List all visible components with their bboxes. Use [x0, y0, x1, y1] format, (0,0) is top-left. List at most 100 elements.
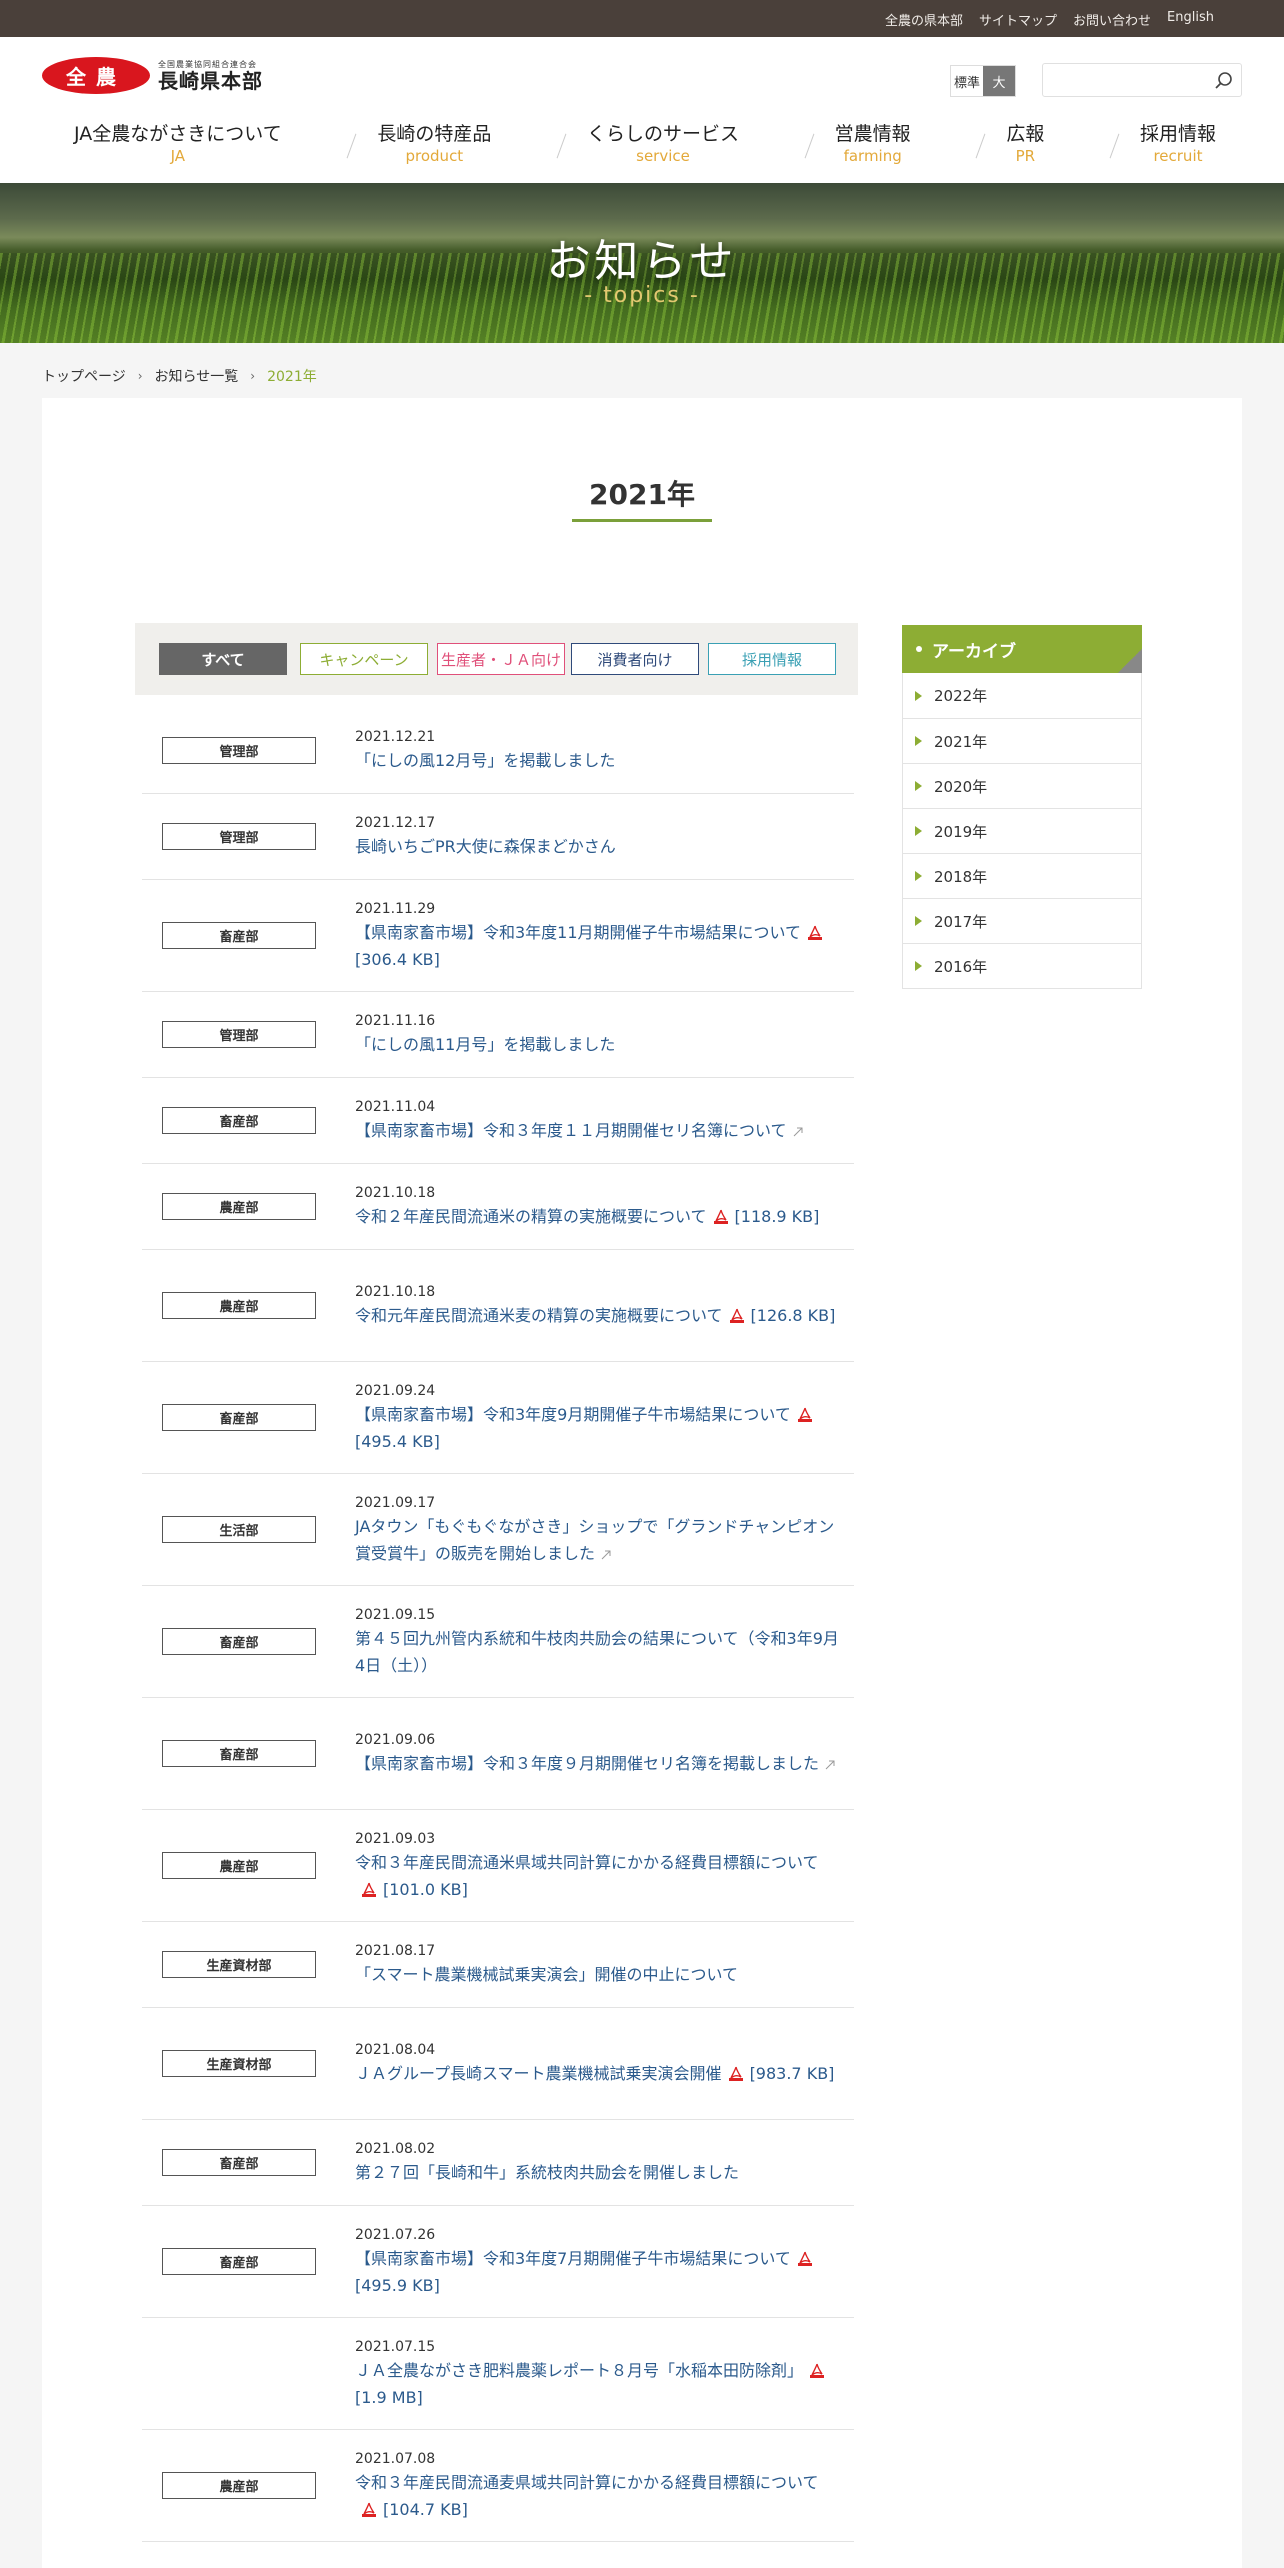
gnav-service[interactable]: くらしのサービス service: [556, 121, 763, 169]
font-size-large-button[interactable]: 大: [983, 66, 1015, 96]
filter-recruit-button[interactable]: 採用情報: [708, 643, 836, 675]
news-date: 2021.09.03: [355, 1830, 436, 1847]
category-badge: 畜産部: [162, 2248, 316, 2275]
archive-item-2022[interactable]: 2022年: [903, 673, 1141, 718]
search-input[interactable]: [1043, 64, 1203, 96]
news-row: 畜産部 2021.07.26 【県南家畜市場】令和3年度7月期開催子牛市場結果につい…: [142, 2206, 854, 2318]
category-badge: 畜産部: [162, 1107, 316, 1134]
news-title-link[interactable]: 長崎いちごPR大使に森保まどかさん: [355, 833, 845, 860]
news-title-link[interactable]: ＪＡグループ長崎スマート農業機械試乗実演会開催 [983.7 KB]: [355, 2060, 845, 2087]
news-title-link[interactable]: 【県南家畜市場】令和３年度１１月期開催セリ名簿について: [355, 1117, 845, 1144]
news-date: 2021.12.17: [355, 815, 436, 831]
archive-item-2018[interactable]: 2018年: [903, 853, 1141, 898]
news-title-link[interactable]: 令和元年産民間流通米麦の精算の実施概要について [126.8 KB]: [355, 1302, 845, 1329]
news-row: 2021.07.15 ＪＡ全農ながさき肥料農薬レポート８月号「水稲本田防除剤」 [1…: [142, 2318, 854, 2430]
news-title-link[interactable]: 第２７回「長崎和牛」系統枝肉共励会を開催しました: [355, 2159, 845, 2186]
utility-link-contact[interactable]: お問い合わせ: [1073, 10, 1151, 29]
gnav-pr[interactable]: 広報 PR: [975, 121, 1068, 169]
filter-consumer-button[interactable]: 消費者向け: [571, 643, 699, 675]
news-title-link[interactable]: 【県南家畜市場】令和３年度９月期開催セリ名簿を掲載しました: [355, 1750, 845, 1777]
gnav-service-en: service: [636, 147, 690, 165]
gnav-recruit-label: 採用情報: [1139, 123, 1216, 145]
news-row: 畜産部 2021.09.06 【県南家畜市場】令和３年度９月期開催セリ名簿を掲載しま…: [142, 1698, 854, 1810]
gnav-about-label: JA全農ながさきについて: [74, 123, 282, 145]
filter-campaign-button[interactable]: キャンペーン: [300, 643, 428, 675]
logo-title: 長崎県本部: [158, 69, 263, 93]
gnav-recruit[interactable]: 採用情報 recruit: [1109, 121, 1240, 169]
file-size: [495.4 KB]: [355, 1431, 440, 1451]
news-title-link[interactable]: 「にしの風11月号」を掲載しました: [355, 1031, 845, 1058]
news-title-text: 第２７回「長崎和牛」系統枝肉共励会を開催しました: [355, 2163, 740, 2182]
news-title-link[interactable]: 令和２年産民間流通米の精算の実施概要について [118.9 KB]: [355, 1203, 845, 1230]
nav-separator: [346, 133, 357, 159]
news-title-link[interactable]: ＪＡ全農ながさき肥料農薬レポート８月号「水稲本田防除剤」 [1.9 MB]: [355, 2357, 845, 2411]
content-panel: 2021年 すべて キャンペーン 生産者・ＪＡ向け 消費者向け 採用情報 管理部…: [42, 398, 1242, 2568]
news-row: 畜産部 2021.11.29 【県南家畜市場】令和3年度11月期開催子牛市場結果につ…: [142, 880, 854, 992]
news-date: 2021.07.08: [355, 2450, 436, 2467]
font-size-standard-button[interactable]: 標準: [951, 66, 983, 96]
news-title-link[interactable]: 「にしの風12月号」を掲載しました: [355, 747, 845, 774]
breadcrumb-news-list[interactable]: お知らせ一覧: [155, 366, 239, 386]
triangle-right-icon: [915, 916, 922, 926]
global-nav: JA全農ながさきについて JA 長崎の特産品 product くらしのサービス …: [50, 121, 1240, 169]
archive-title: アーカイブ: [932, 641, 1016, 662]
archive-heading: アーカイブ: [902, 625, 1142, 673]
site-header: 全農 全国農業協同組合連合会 長崎県本部 標準 大 JA全農ながさきについて J…: [0, 37, 1284, 183]
news-title-link[interactable]: 【県南家畜市場】令和3年度7月期開催子牛市場結果について [495.9 KB]: [355, 2245, 845, 2299]
news-title-link[interactable]: 第４５回九州管内系統和牛枝肉共励会の結果について（令和3年9月4日（土））: [355, 1625, 845, 1679]
triangle-right-icon: [915, 781, 922, 791]
hero-banner: お知らせ - topics -: [0, 183, 1284, 343]
utility-link-sitemap[interactable]: サイトマップ: [979, 10, 1057, 29]
news-title-link[interactable]: 「スマート農業機械試乗実演会」開催の中止について: [355, 1961, 845, 1988]
archive-item-2020[interactable]: 2020年: [903, 763, 1141, 808]
pdf-icon: [713, 1209, 728, 1224]
utility-link-english[interactable]: English: [1167, 10, 1214, 29]
chevron-right-icon: ›: [137, 369, 143, 383]
news-content: 2021.11.29 【県南家畜市場】令和3年度11月期開催子牛市場結果について […: [355, 899, 845, 973]
gnav-pr-label: 広報: [1006, 123, 1045, 145]
site-logo[interactable]: 全農 全国農業協同組合連合会 長崎県本部: [42, 57, 263, 94]
filter-all-button[interactable]: すべて: [159, 643, 287, 675]
news-content: 2021.12.21 「にしの風12月号」を掲載しました: [355, 727, 845, 774]
archive-item-2021[interactable]: 2021年: [903, 718, 1141, 763]
category-badge: 畜産部: [162, 2149, 316, 2176]
news-date: 2021.11.29: [355, 900, 436, 917]
utility-link-prefecture[interactable]: 全農の県本部: [885, 10, 963, 29]
gnav-product[interactable]: 長崎の特産品 product: [346, 121, 515, 169]
news-title-link[interactable]: 【県南家畜市場】令和3年度9月期開催子牛市場結果について [495.4 KB]: [355, 1401, 845, 1455]
news-title-text: 【県南家畜市場】令和3年度7月期開催子牛市場結果について: [355, 2248, 791, 2268]
category-badge: 生活部: [162, 1516, 316, 1543]
external-link-icon: [601, 1550, 611, 1559]
news-row: 畜産部 2021.09.15 第４５回九州管内系統和牛枝肉共励会の結果について（令和…: [142, 1586, 854, 1698]
news-title-link[interactable]: 令和３年産民間流通麦県域共同計算にかかる経費目標額について [104.7 KB]: [355, 2469, 845, 2523]
pdf-icon: [729, 1308, 744, 1323]
news-content: 2021.11.16 「にしの風11月号」を掲載しました: [355, 1011, 845, 1058]
archive-item-2019[interactable]: 2019年: [903, 808, 1141, 853]
news-title-link[interactable]: 令和３年産民間流通米県域共同計算にかかる経費目標額について [101.0 KB]: [355, 1849, 845, 1903]
gnav-about[interactable]: JA全農ながさきについて JA: [50, 121, 306, 169]
gnav-farming[interactable]: 営農情報 farming: [804, 121, 935, 169]
category-badge: 農産部: [162, 1852, 316, 1879]
filter-producer-button[interactable]: 生産者・ＪＡ向け: [437, 643, 565, 675]
news-content: 2021.09.24 【県南家畜市場】令和3年度9月期開催子牛市場結果について [4…: [355, 1381, 845, 1455]
news-date: 2021.07.26: [355, 2226, 436, 2243]
search-icon[interactable]: [1213, 70, 1235, 92]
news-title-link[interactable]: 【県南家畜市場】令和3年度11月期開催子牛市場結果について [306.4 KB]: [355, 919, 845, 973]
archive-item-2017[interactable]: 2017年: [903, 898, 1141, 943]
news-row: 農産部 2021.07.08 令和３年産民間流通麦県域共同計算にかかる経費目標額につ…: [142, 2430, 854, 2542]
news-row: 管理部 2021.11.16 「にしの風11月号」を掲載しました: [142, 992, 854, 1078]
news-title-text: 【県南家畜市場】令和3年度9月期開催子牛市場結果について: [355, 1404, 791, 1424]
external-link-icon: [825, 1760, 835, 1770]
archive-item-2016[interactable]: 2016年: [903, 943, 1141, 988]
news-date: 2021.08.02: [355, 2141, 436, 2157]
news-content: 2021.07.08 令和３年産民間流通麦県域共同計算にかかる経費目標額について […: [355, 2449, 845, 2523]
triangle-right-icon: [915, 826, 922, 836]
breadcrumb-home[interactable]: トップページ: [42, 366, 126, 386]
news-title-text: 「スマート農業機械試乗実演会」開催の中止について: [355, 1965, 739, 1984]
file-size: [306.4 KB]: [355, 949, 440, 969]
news-title-text: JAタウン「もぐもぐながさき」ショップで「グランドチャンピオン賞受賞牛」の販売を…: [355, 1516, 835, 1563]
news-content: 2021.08.04 ＪＡグループ長崎スマート農業機械試乗実演会開催 [983.7 …: [355, 2040, 845, 2087]
news-title-link[interactable]: JAタウン「もぐもぐながさき」ショップで「グランドチャンピオン賞受賞牛」の販売を…: [355, 1513, 845, 1567]
news-title-text: 令和３年産民間流通麦県域共同計算にかかる経費目標額について: [355, 2472, 819, 2492]
file-size: [101.0 KB]: [383, 1879, 468, 1899]
